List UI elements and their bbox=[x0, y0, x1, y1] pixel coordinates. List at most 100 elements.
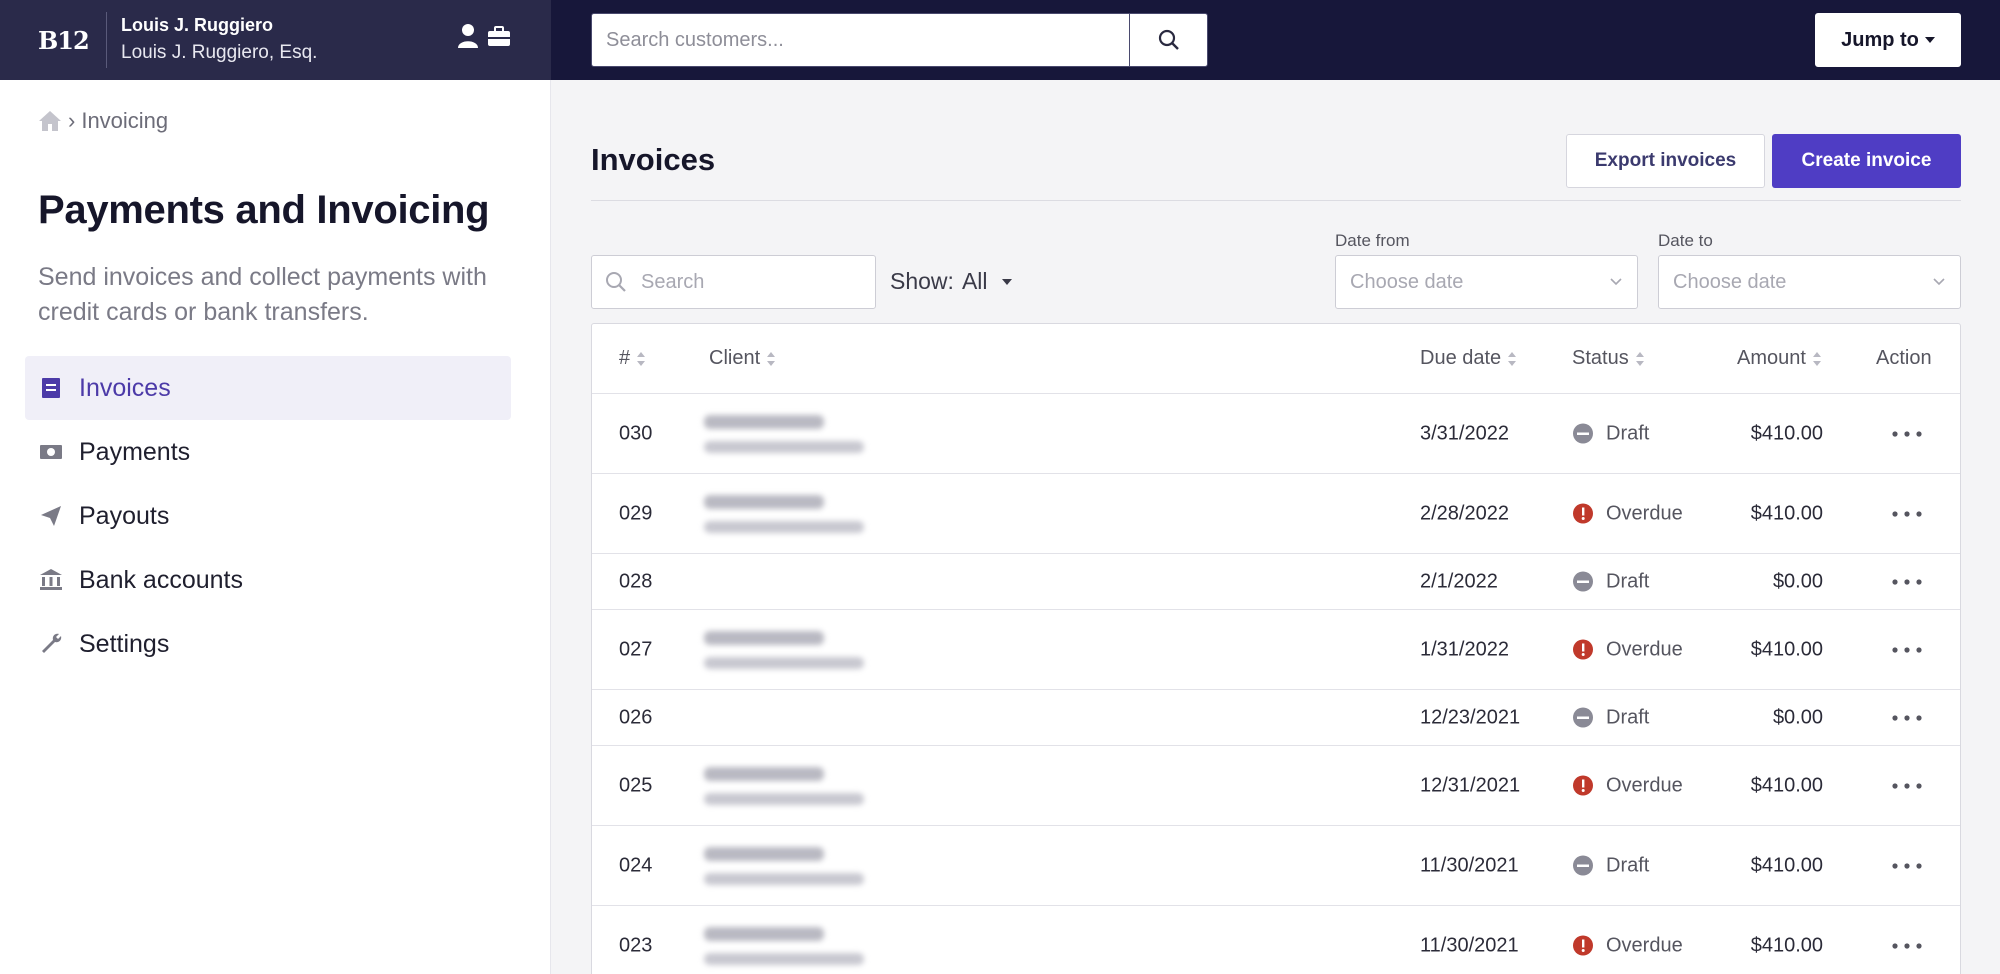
divider bbox=[591, 200, 1961, 201]
amount: $0.00 bbox=[1772, 706, 1823, 728]
more-actions-icon[interactable] bbox=[1892, 578, 1922, 585]
draft-status-icon bbox=[1573, 855, 1593, 876]
table-row[interactable]: 025 12/31/2021 Overdue $410.00 bbox=[592, 746, 1960, 826]
sidebar-item-invoices[interactable]: Invoices bbox=[25, 356, 511, 420]
column-status-header[interactable]: Status bbox=[1572, 347, 1645, 370]
column-due-date-header[interactable]: Due date bbox=[1420, 347, 1517, 370]
table-row[interactable]: 026 12/23/2021 Draft $0.00 bbox=[592, 690, 1960, 746]
cash-icon bbox=[40, 445, 62, 459]
date-to-label: Date to bbox=[1658, 231, 1713, 250]
more-actions-icon[interactable] bbox=[1892, 782, 1922, 789]
breadcrumb-current: Invoicing bbox=[81, 108, 169, 133]
invoice-number: 029 bbox=[619, 502, 653, 524]
account-header: B12 Louis J. Ruggiero Louis J. Ruggiero,… bbox=[0, 0, 551, 80]
due-date: 12/23/2021 bbox=[1420, 706, 1521, 728]
redacted-client-email bbox=[704, 440, 864, 453]
status-label: Draft bbox=[1606, 422, 1650, 444]
sidebar-item-payments[interactable]: Payments bbox=[25, 420, 511, 484]
sort-icon bbox=[637, 351, 646, 366]
redacted-client-email bbox=[704, 952, 864, 965]
column-amount-header[interactable]: Amount bbox=[1737, 347, 1822, 370]
sidebar-item-label: Settings bbox=[79, 629, 170, 658]
more-actions-icon[interactable] bbox=[1892, 430, 1922, 437]
wrench-icon bbox=[42, 633, 62, 653]
more-actions-icon[interactable] bbox=[1892, 714, 1922, 721]
export-invoices-button[interactable]: Export invoices bbox=[1566, 134, 1765, 188]
status-badge: Overdue bbox=[1572, 638, 1683, 661]
date-to-picker[interactable]: Choose date bbox=[1658, 255, 1961, 309]
table-row[interactable]: 028 2/1/2022 Draft $0.00 bbox=[592, 554, 1960, 610]
invoice-number: 030 bbox=[619, 422, 653, 444]
sidebar-item-payouts[interactable]: Payouts bbox=[25, 484, 511, 548]
redacted-client-email bbox=[704, 656, 864, 669]
client-redacted bbox=[704, 917, 894, 974]
show-filter-dropdown[interactable]: Show: All bbox=[890, 268, 1012, 295]
invoices-heading: Invoices bbox=[591, 142, 716, 177]
customer-search-input[interactable] bbox=[592, 14, 1129, 66]
person-icon[interactable] bbox=[455, 22, 481, 50]
overdue-alert-icon bbox=[1573, 775, 1593, 796]
redacted-client-email bbox=[704, 792, 864, 805]
jump-to-button[interactable]: Jump to bbox=[1815, 13, 1961, 67]
status-label: Overdue bbox=[1606, 774, 1683, 796]
home-icon[interactable] bbox=[38, 109, 62, 133]
client-redacted bbox=[704, 405, 894, 463]
status-label: Draft bbox=[1606, 570, 1650, 592]
invoice-search-input[interactable] bbox=[641, 270, 861, 294]
page-description: Send invoices and collect payments with … bbox=[38, 263, 487, 326]
due-date: 1/31/2022 bbox=[1420, 638, 1509, 660]
redacted-client-name bbox=[704, 630, 824, 645]
status-badge: Draft bbox=[1572, 854, 1649, 877]
table-row[interactable]: 029 2/28/2022 Overdue $410.00 bbox=[592, 474, 1960, 554]
sidebar-item-label: Payments bbox=[79, 437, 191, 466]
briefcase-icon[interactable] bbox=[486, 22, 512, 50]
date-from-picker[interactable]: Choose date bbox=[1335, 255, 1638, 309]
chevron-down-icon bbox=[1610, 278, 1622, 286]
bank-icon bbox=[40, 569, 62, 590]
breadcrumb: › Invoicing bbox=[38, 108, 168, 134]
status-label: Draft bbox=[1606, 706, 1650, 728]
redacted-client-email bbox=[704, 872, 864, 885]
date-from-placeholder: Choose date bbox=[1350, 270, 1464, 293]
more-actions-icon[interactable] bbox=[1892, 942, 1922, 949]
column-client-header[interactable]: Client bbox=[709, 347, 776, 370]
sidebar-item-settings[interactable]: Settings bbox=[25, 612, 511, 676]
sort-icon bbox=[1508, 351, 1517, 366]
status-label: Draft bbox=[1606, 854, 1650, 876]
due-date: 11/30/2021 bbox=[1420, 854, 1519, 876]
top-bar: Jump to bbox=[551, 0, 2000, 80]
search-button[interactable] bbox=[1129, 14, 1207, 66]
b12-logo[interactable]: B12 bbox=[38, 26, 90, 55]
search-icon bbox=[606, 272, 626, 292]
page-title: Payments and Invoicing bbox=[38, 188, 490, 232]
more-actions-icon[interactable] bbox=[1892, 862, 1922, 869]
sort-icon bbox=[1635, 351, 1644, 366]
sort-icon bbox=[1812, 351, 1821, 366]
due-date: 12/31/2021 bbox=[1420, 774, 1521, 796]
redacted-client-name bbox=[704, 414, 824, 429]
column-number-header[interactable]: # bbox=[619, 347, 646, 370]
table-body: 030 3/31/2022 Draft $410.00 029 2/28/2022 Over… bbox=[592, 394, 1960, 974]
more-actions-icon[interactable] bbox=[1892, 510, 1922, 517]
table-row[interactable]: 030 3/31/2022 Draft $410.00 bbox=[592, 394, 1960, 474]
table-row[interactable]: 024 11/30/2021 Draft $410.00 bbox=[592, 826, 1960, 906]
client-redacted bbox=[704, 621, 894, 679]
more-actions-icon[interactable] bbox=[1892, 646, 1922, 653]
status-badge: Draft bbox=[1572, 422, 1649, 445]
column-label: Status bbox=[1572, 347, 1629, 369]
table-row[interactable]: 023 11/30/2021 Overdue $410.00 bbox=[592, 906, 1960, 974]
status-label: Overdue bbox=[1606, 638, 1683, 660]
show-filter-label: Show: bbox=[890, 268, 954, 294]
show-filter-value: All bbox=[961, 268, 988, 294]
invoice-number: 024 bbox=[619, 854, 653, 876]
sidebar-item-bank-accounts[interactable]: Bank accounts bbox=[25, 548, 511, 612]
due-date: 2/28/2022 bbox=[1420, 502, 1509, 524]
create-invoice-button[interactable]: Create invoice bbox=[1772, 134, 1961, 188]
invoice-number: 026 bbox=[619, 706, 653, 728]
invoice-number: 027 bbox=[619, 638, 653, 660]
overdue-alert-icon bbox=[1573, 639, 1593, 660]
column-label: # bbox=[619, 347, 631, 369]
table-row[interactable]: 027 1/31/2022 Overdue $410.00 bbox=[592, 610, 1960, 690]
search-icon bbox=[1158, 29, 1179, 50]
date-to-placeholder: Choose date bbox=[1673, 270, 1787, 293]
